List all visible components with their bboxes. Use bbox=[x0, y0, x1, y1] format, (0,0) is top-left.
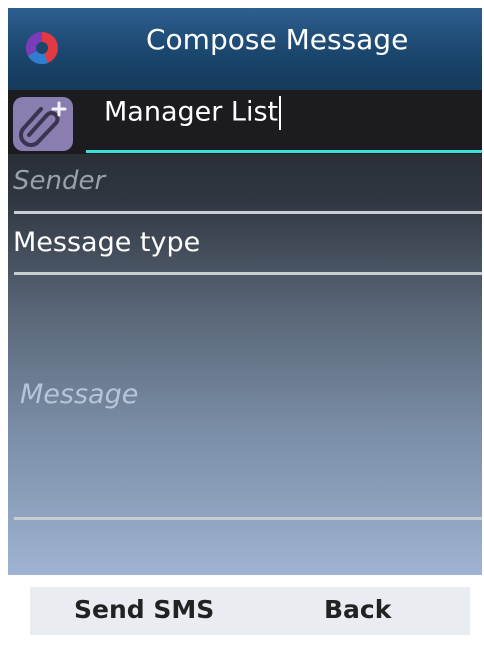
message-type-divider bbox=[14, 272, 482, 275]
attach-button[interactable] bbox=[13, 97, 73, 151]
back-button[interactable]: Back bbox=[324, 595, 391, 624]
sender-divider bbox=[14, 211, 482, 214]
message-divider bbox=[14, 517, 482, 520]
compose-form: Manager List Sender Message type Message bbox=[8, 90, 482, 575]
app-logo-icon bbox=[25, 31, 58, 65]
send-sms-button[interactable]: Send SMS bbox=[74, 595, 214, 624]
recipient-input[interactable]: Manager List bbox=[104, 96, 282, 130]
message-field[interactable]: Message bbox=[20, 379, 138, 410]
message-type-select[interactable]: Message type bbox=[13, 227, 200, 258]
phone-screen: Compose Message Manager List Sender Mess… bbox=[8, 8, 482, 647]
sender-field[interactable]: Sender bbox=[13, 166, 105, 196]
softkey-bar: Send SMS Back bbox=[8, 575, 482, 647]
title-bar: Compose Message bbox=[8, 8, 482, 90]
recipient-focus-underline bbox=[86, 150, 482, 153]
page-title: Compose Message bbox=[146, 23, 409, 56]
text-caret bbox=[279, 96, 282, 130]
recipient-value: Manager List bbox=[104, 96, 279, 128]
recipient-row: Manager List bbox=[8, 90, 482, 154]
paperclip-add-icon bbox=[19, 101, 67, 147]
